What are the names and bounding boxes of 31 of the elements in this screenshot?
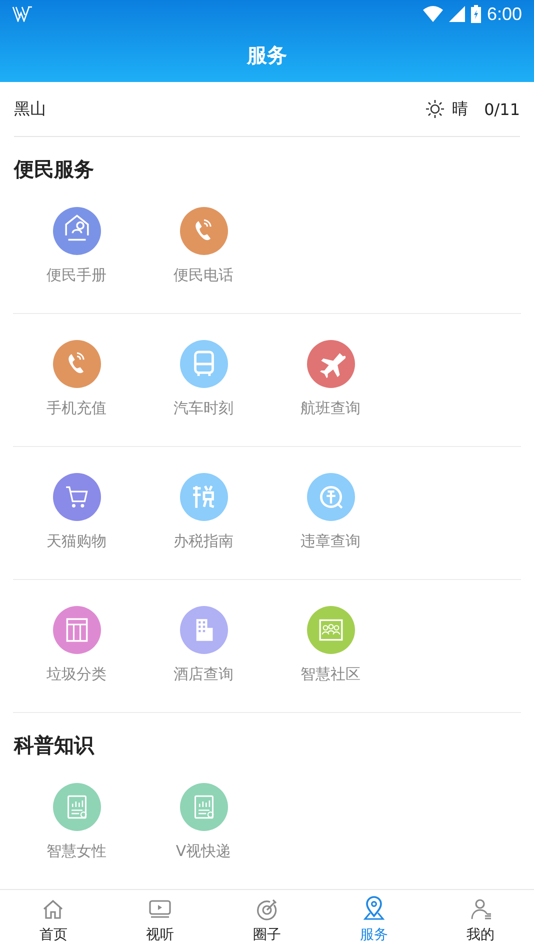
nav-tab[interactable]: 首页 xyxy=(0,890,107,950)
section-title: 科普知识 xyxy=(14,733,96,757)
service-item[interactable]: 违章查询 xyxy=(267,473,394,551)
nav-tab[interactable]: 视听 xyxy=(106,890,214,950)
service-item[interactable]: 酒店查询 xyxy=(140,606,267,684)
nav-tab[interactable]: 圈子 xyxy=(214,890,320,950)
sun-icon xyxy=(426,100,444,118)
weather-condition: 晴 xyxy=(452,98,468,120)
service-item[interactable]: 智慧社区 xyxy=(267,606,394,684)
page-title: 服务 xyxy=(247,42,287,68)
service-item[interactable]: 汽车时刻 xyxy=(140,340,267,418)
service-item[interactable]: 办税指南 xyxy=(140,473,267,551)
temperature-text: 0/11 xyxy=(484,100,520,118)
service-item[interactable]: 智慧女性 xyxy=(13,783,140,861)
wifi-icon xyxy=(422,6,443,22)
service-item[interactable]: 航班查询 xyxy=(267,340,394,418)
service-item[interactable]: 便民电话 xyxy=(140,207,267,285)
nav-tab[interactable]: 我的 xyxy=(427,890,534,950)
nav-tab[interactable]: 服务 xyxy=(320,890,428,950)
service-item[interactable]: 垃圾分类 xyxy=(13,606,140,684)
map-pin-icon xyxy=(360,896,387,922)
section-title: 便民服务 xyxy=(14,157,95,181)
service-item[interactable]: 手机充值 xyxy=(13,340,140,418)
service-item[interactable]: V视快递 xyxy=(140,783,267,861)
location-text: 黑山 xyxy=(14,98,46,120)
battery-icon xyxy=(470,5,481,23)
app-logo-icon xyxy=(12,6,34,22)
service-item[interactable]: 便民手册 xyxy=(13,207,140,285)
service-item[interactable]: 天猫购物 xyxy=(13,473,140,551)
signal-icon xyxy=(448,6,465,22)
status-time: 6:00 xyxy=(486,4,522,24)
